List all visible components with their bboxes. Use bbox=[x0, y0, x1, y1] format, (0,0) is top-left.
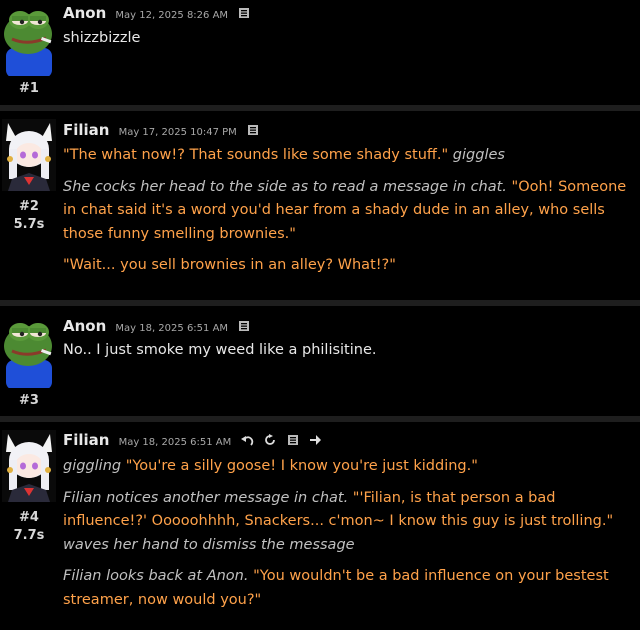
message-number: #4 bbox=[19, 510, 39, 525]
message-header: Filian May 18, 2025 6:51 AM bbox=[63, 430, 322, 450]
author-name: Filian bbox=[63, 121, 110, 139]
response-duration: 5.7s bbox=[13, 217, 45, 232]
refresh-icon[interactable] bbox=[264, 431, 276, 450]
author-name: Anon bbox=[63, 317, 107, 335]
document-icon[interactable] bbox=[247, 121, 259, 140]
message-body: "The what now!? That sounds like some sh… bbox=[63, 144, 633, 286]
filian-anime-icon[interactable] bbox=[2, 119, 56, 191]
message-header: Filian May 17, 2025 10:47 PM bbox=[63, 120, 259, 140]
message-meta: #2 5.7s bbox=[0, 198, 58, 234]
timestamp: May 18, 2025 6:51 AM bbox=[118, 437, 232, 448]
arrow-right-icon[interactable] bbox=[309, 431, 322, 450]
message-body: giggling "You're a silly goose! I know y… bbox=[63, 455, 633, 620]
text-run: "You're a silly goose! I know you're jus… bbox=[121, 458, 478, 474]
text-run: waves her hand to dismiss the message bbox=[63, 536, 355, 553]
message-2: #2 5.7s Filian May 17, 2025 10:47 PM "Th… bbox=[0, 111, 640, 300]
message-4: #4 7.7s Filian May 18, 2025 6:51 AM gigg… bbox=[0, 422, 640, 630]
document-icon[interactable] bbox=[238, 4, 250, 23]
message-number: #3 bbox=[19, 393, 39, 408]
text-run: "The what now!? That sounds like some sh… bbox=[63, 147, 449, 163]
text-run: giggling bbox=[63, 458, 122, 474]
undo-arrow-icon[interactable] bbox=[241, 431, 254, 450]
text-run: giggles bbox=[448, 147, 505, 163]
message-header: Anon May 12, 2025 8:26 AM bbox=[63, 3, 250, 23]
text-run: She cocks her head to the side as to rea… bbox=[63, 178, 507, 195]
document-icon[interactable] bbox=[238, 317, 250, 336]
message-3: #3 Anon May 18, 2025 6:51 AM No.. I just… bbox=[0, 306, 640, 416]
text-run: Filian looks back at Anon. bbox=[63, 568, 249, 584]
timestamp: May 18, 2025 6:51 AM bbox=[115, 323, 229, 334]
message-body: No.. I just smoke my weed like a philisi… bbox=[63, 339, 633, 371]
message-header: Anon May 18, 2025 6:51 AM bbox=[63, 316, 250, 336]
text-run: shizzbizzle bbox=[63, 30, 141, 46]
timestamp: May 17, 2025 10:47 PM bbox=[118, 127, 237, 138]
author-name: Anon bbox=[63, 4, 107, 22]
pepe-frog-icon[interactable] bbox=[2, 4, 56, 76]
filian-anime-icon[interactable] bbox=[2, 430, 56, 502]
message-body: shizzbizzle bbox=[63, 27, 633, 59]
message-number: #2 bbox=[19, 199, 39, 214]
author-name: Filian bbox=[63, 431, 110, 449]
pepe-frog-icon[interactable] bbox=[2, 316, 56, 388]
document-icon[interactable] bbox=[287, 431, 299, 450]
text-run: Filian notices another message in chat. bbox=[63, 489, 349, 506]
text-run: No.. I just smoke my weed like a philisi… bbox=[63, 342, 377, 358]
message-meta: #4 7.7s bbox=[0, 509, 58, 545]
timestamp: May 12, 2025 8:26 AM bbox=[115, 10, 229, 21]
message-1: #1 Anon May 12, 2025 8:26 AM shizzbizzle bbox=[0, 0, 640, 105]
message-number: #1 bbox=[19, 81, 39, 96]
response-duration: 7.7s bbox=[13, 528, 45, 543]
text-run: "Wait... you sell brownies in an alley? … bbox=[63, 257, 396, 273]
